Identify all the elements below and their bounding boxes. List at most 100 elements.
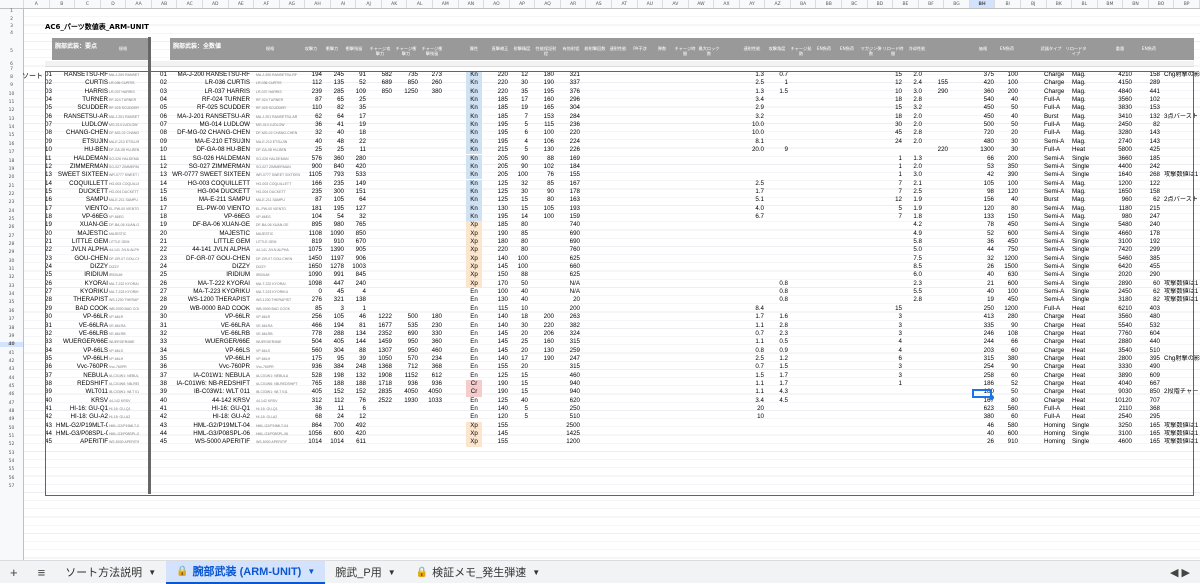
table-cell-acc[interactable]: 765 [344,221,366,229]
table-cell-acc[interactable]: 1003 [344,263,366,271]
table-cell-atk[interactable]: 276 [300,296,322,304]
table-cell-rt[interactable]: Single [1072,430,1100,438]
table-cell-rt[interactable]: Heat [1072,146,1100,154]
table-cell-imp[interactable]: 384 [322,363,344,371]
table-cell-atk[interactable]: 405 [300,388,322,396]
table-cell-cha[interactable]: 1368 [368,363,392,371]
table-cell-attr[interactable]: Kn [466,79,482,88]
table-cell-mag[interactable]: 4 [884,338,902,346]
table-cell-name[interactable]: MAJESTIC [56,230,108,238]
table-cell-name[interactable]: VP-66LH [56,355,108,363]
table-cell-dir[interactable]: 195 [490,138,508,146]
table-cell-name[interactable]: VIENTO [56,205,108,213]
table-cell-rng[interactable]: 324 [558,330,580,338]
table-cell-fire[interactable]: 85 [510,230,528,238]
table-cell-pr[interactable]: 52 [972,230,994,238]
table-cell-name[interactable]: TURNER [56,96,108,104]
table-cell-attr[interactable]: Kn [466,71,482,80]
table-cell-ang[interactable]: 1.7 [764,380,788,388]
table-cell-full[interactable]: LR-036 CURTIS [109,79,139,87]
table-cell-cd[interactable]: 5.5 [900,288,922,296]
column-header[interactable]: AA [126,0,152,8]
table-cell-full[interactable]: DF-GA-08 HU-BEN [172,146,250,154]
table-cell-full[interactable]: LITTLE GEM [256,238,300,246]
table-cell-rt[interactable]: Mag. [1072,180,1100,188]
table-cell-pr[interactable]: 258 [972,372,994,380]
table-cell-fire[interactable]: 20 [510,330,528,338]
table-cell-atk[interactable]: 819 [300,238,322,246]
table-cell-cd[interactable]: 6.0 [900,271,922,279]
table-cell-chi[interactable]: 690 [394,330,418,338]
table-cell-aim[interactable]: 130 [532,347,554,355]
table-cell-attr[interactable]: En [466,355,482,363]
table-cell-w[interactable]: 3560 [1110,313,1132,321]
table-cell-full[interactable]: VP-66EG [256,213,300,221]
table-cell-name[interactable]: XUAN-GE [56,221,108,229]
table-cell-full[interactable]: DF-BA-06 XUAN-GE [109,221,139,229]
table-cell-rap[interactable]: 2.5 [742,79,764,87]
table-cell-full[interactable]: 44-142 KRSV [256,397,300,405]
table-cell-note[interactable]: 2点バースト [1164,196,1200,204]
table-cell-rt[interactable]: Heat [1072,372,1100,380]
table-row[interactable]: 03 HARRIS LR-037 HARRIS 03 LR-037 HARRIS LR-0… [0,87,1176,96]
table-cell-rng[interactable]: 1200 [558,438,580,446]
table-cell-dir[interactable]: 125 [490,372,508,380]
column-header[interactable]: BN [1123,0,1149,8]
table-cell-en[interactable]: 242 [1136,163,1160,171]
table-cell-cd[interactable]: 2.0 [900,71,922,79]
table-cell-name[interactable]: HML-G2/P19MLT-04 [56,422,108,430]
table-cell-rap[interactable]: 3.2 [742,113,764,121]
row-header[interactable]: 1 [0,9,23,14]
table-cell-full[interactable]: LR-036 CURTIS [256,79,300,87]
table-cell-atk[interactable]: 900 [300,163,322,171]
table-cell-en[interactable]: 290 [1136,271,1160,279]
table-cell-full[interactable]: DF-GA-08 HU-BEN [256,146,300,154]
table-cell-full[interactable]: EL-PW-00 VIENTO [172,205,250,213]
table-cell-atk[interactable]: 504 [300,338,322,346]
table-cell-attr[interactable]: Kn [466,104,482,113]
row-header[interactable]: 3 [0,24,23,29]
table-cell-acc[interactable]: 138 [344,296,366,304]
table-cell-full[interactable]: MA-E-211 SAMPU [109,196,139,204]
table-cell-name[interactable]: DIZZY [56,263,108,271]
table-cell-dir[interactable]: 185 [490,96,508,104]
table-cell-w[interactable]: 3410 [1110,113,1132,121]
table-cell-n[interactable]: 17 [160,205,172,213]
table-cell-rt[interactable]: Single [1072,155,1100,163]
table-cell-full[interactable]: VP-66LH [256,355,300,363]
table-cell-fire[interactable]: 20 [510,347,528,355]
table-cell-attr[interactable]: En [466,405,482,413]
table-cell-ang[interactable]: 4.3 [764,388,788,396]
table-cell-cd[interactable]: 2.0 [900,163,922,171]
table-cell-full[interactable]: IA-C01W6: NB-REDSHIFT [256,380,300,388]
table-cell-imp[interactable]: 700 [322,422,344,430]
table-cell-acc[interactable]: 52 [344,79,366,87]
table-cell-n[interactable]: 43 [160,422,172,430]
table-cell-name[interactable]: HML-G3/P08SPL-06 [56,430,108,438]
table-cell-acc[interactable]: 46 [344,313,366,321]
table-cell-chc[interactable]: 4050 [418,388,442,396]
table-cell-pr[interactable]: 450 [972,113,994,121]
table-cell-acc[interactable]: 1 [344,305,366,313]
table-cell-rap[interactable]: 1.7 [742,313,764,321]
table-cell-ct[interactable]: 630 [996,271,1018,279]
table-cell-imp[interactable]: 840 [322,163,344,171]
table-cell-en[interactable]: 82 [1136,296,1160,304]
table-cell-acc[interactable]: 533 [344,171,366,179]
table-cell-name[interactable]: NEBULA [56,372,108,380]
table-cell-cha[interactable]: 1307 [368,347,392,355]
table-cell-name[interactable]: HARRIS [56,88,108,96]
table-cell-ct[interactable]: 20 [996,129,1018,137]
table-cell-n[interactable]: 03 [160,88,172,96]
table-cell-imp[interactable]: 25 [322,146,344,154]
table-cell-full[interactable]: SG-026 HALDEMAN [172,155,250,163]
table-cell-imp[interactable]: 1014 [322,438,344,446]
table-cell-dir[interactable]: 220 [490,71,508,79]
table-cell-rng[interactable]: 337 [558,79,580,87]
column-header[interactable]: AQ [535,0,561,8]
table-cell-full[interactable]: LR-037 HARRIS [172,88,250,96]
table-cell-imp[interactable]: 235 [322,180,344,188]
table-cell-attr[interactable]: Xp [466,229,482,238]
table-cell-w[interactable]: 3100 [1110,430,1132,438]
table-cell-full[interactable]: DF-BA-06 XUAN-GE [172,221,250,229]
